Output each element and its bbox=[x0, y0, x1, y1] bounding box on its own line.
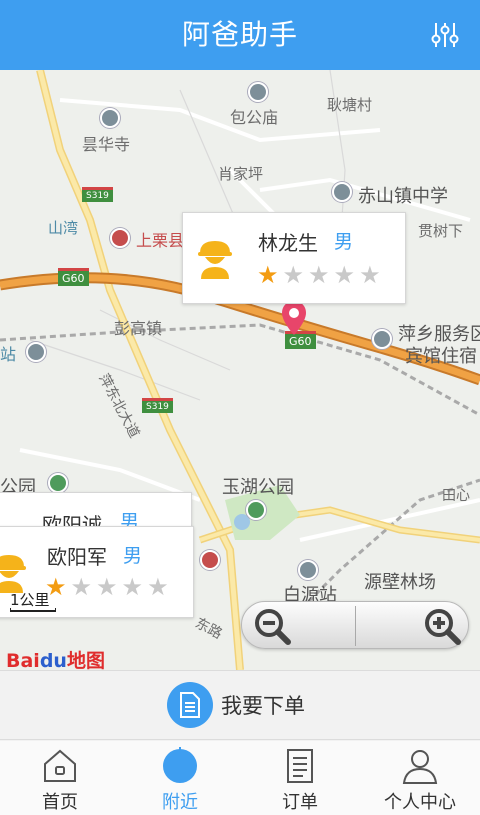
star-empty-icon: ★ bbox=[147, 573, 169, 601]
driver-rating: ★ ★ ★ ★ ★ bbox=[257, 263, 381, 287]
map-label-hotel: 宾馆住宿 bbox=[405, 346, 477, 367]
tab-nearby[interactable]: 附近 bbox=[120, 741, 240, 815]
star-empty-icon: ★ bbox=[282, 261, 305, 289]
driver-avatar-icon bbox=[198, 241, 232, 279]
map-scale-label: 1公里 bbox=[10, 591, 50, 609]
star-empty-icon: ★ bbox=[96, 573, 118, 601]
order-list-icon bbox=[287, 749, 313, 783]
page-title: 阿爸助手 bbox=[181, 18, 298, 51]
map-label-guanshu: 贯树下 bbox=[418, 222, 464, 240]
station-poi-icon[interactable] bbox=[298, 560, 318, 580]
location-pin-icon[interactable] bbox=[281, 300, 307, 336]
star-filled-icon: ★ bbox=[257, 261, 279, 289]
baidu-map-logo: Baidu地图 bbox=[6, 650, 105, 670]
star-empty-icon: ★ bbox=[308, 261, 330, 289]
document-icon bbox=[167, 682, 213, 728]
map-label-baogong: 包公庙 bbox=[230, 108, 279, 127]
driver-avatar-icon bbox=[0, 555, 26, 593]
map-label-xiaojiaping: 肖家坪 bbox=[218, 165, 264, 183]
map-scale-bar bbox=[10, 608, 56, 612]
route-badge-s319: S319 bbox=[82, 187, 113, 202]
map-label-penggao: 彭高镇 bbox=[114, 319, 163, 338]
tab-profile[interactable]: 个人中心 bbox=[360, 741, 480, 815]
map-label-gengtang: 耿塘村 bbox=[327, 96, 373, 114]
place-order-label: 我要下单 bbox=[221, 694, 305, 718]
star-empty-icon: ★ bbox=[70, 573, 93, 601]
map-label-station-left: 站 bbox=[0, 345, 17, 364]
zoom-control bbox=[241, 601, 469, 649]
map-label-yuanbi: 源壁林场 bbox=[364, 572, 436, 593]
place-order-button[interactable]: 我要下单 bbox=[167, 682, 305, 728]
map-label-tianxin: 田心 bbox=[442, 488, 470, 504]
park-poi-icon[interactable] bbox=[246, 500, 266, 520]
star-empty-icon: ★ bbox=[359, 261, 381, 289]
driver-gender: 男 bbox=[123, 545, 143, 567]
map-label-yunhua: 昙华寺 bbox=[82, 135, 131, 154]
school-poi-icon[interactable] bbox=[332, 182, 352, 202]
hotel-poi-icon[interactable] bbox=[372, 329, 392, 349]
map-label-yuhu: 玉湖公园 bbox=[222, 477, 294, 498]
driver-name: 欧阳军 bbox=[47, 545, 107, 569]
home-icon bbox=[44, 749, 76, 782]
park-poi-icon[interactable] bbox=[48, 473, 68, 493]
star-empty-icon: ★ bbox=[333, 261, 356, 289]
zoom-divider bbox=[355, 606, 356, 646]
tab-home[interactable]: 首页 bbox=[0, 741, 120, 815]
station-poi-icon[interactable] bbox=[26, 342, 46, 362]
person-icon bbox=[402, 750, 438, 784]
map-label-shangli: 上栗县 bbox=[136, 231, 185, 250]
app-header: 阿爸助手 bbox=[0, 0, 480, 70]
zoom-out-icon[interactable] bbox=[252, 606, 292, 646]
temple-poi-icon[interactable] bbox=[248, 82, 268, 102]
tab-home-label: 首页 bbox=[42, 792, 78, 813]
driver-card[interactable]: 林龙生 男 ★ ★ ★ ★ ★ bbox=[182, 212, 406, 304]
hospital-poi-icon[interactable] bbox=[200, 550, 220, 570]
map-label-chishan: 赤山镇中学 bbox=[358, 186, 448, 207]
tab-profile-label: 个人中心 bbox=[384, 792, 456, 813]
temple-poi-icon[interactable] bbox=[100, 108, 120, 128]
filter-settings-icon[interactable] bbox=[430, 20, 460, 50]
order-bar: 我要下单 bbox=[0, 670, 480, 740]
hospital-poi-icon[interactable] bbox=[110, 228, 130, 248]
tab-orders[interactable]: 订单 bbox=[240, 741, 360, 815]
tab-orders-label: 订单 bbox=[282, 792, 318, 813]
driver-name: 林龙生 bbox=[258, 231, 318, 255]
bottom-tab-bar: 首页 附近 订单 个人中心 bbox=[0, 741, 480, 815]
route-badge-g60: G60 bbox=[58, 268, 89, 286]
route-badge-s319: S319 bbox=[142, 398, 173, 413]
zoom-in-icon[interactable] bbox=[422, 606, 462, 646]
driver-rating: ★ ★ ★ ★ ★ bbox=[45, 575, 169, 599]
tab-nearby-label: 附近 bbox=[162, 792, 198, 813]
map-label-shanwan: 山湾 bbox=[48, 219, 79, 237]
star-empty-icon: ★ bbox=[121, 573, 144, 601]
driver-gender: 男 bbox=[334, 231, 354, 253]
nearby-icon bbox=[163, 747, 197, 783]
map-view[interactable]: 包公庙 耿塘村 昙华寺 肖家坪 赤山镇中学 贯树下 山湾 上栗县 彭高镇 萍乡服… bbox=[0, 70, 480, 670]
